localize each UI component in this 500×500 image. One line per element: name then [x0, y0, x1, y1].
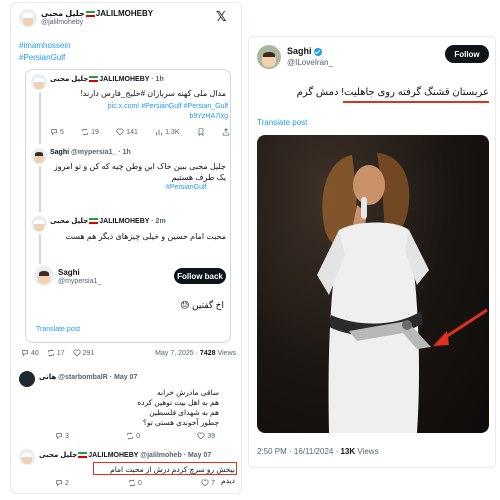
views-button[interactable]: 1.3K	[155, 128, 180, 136]
reply-author[interactable]: هانی @starbombalR · May 07	[39, 373, 137, 381]
avatar[interactable]	[34, 266, 54, 286]
tweet-author[interactable]: Saghi @mypersia1_ · 1h	[50, 149, 131, 156]
thread-connector	[39, 234, 41, 264]
quoted-thread[interactable]: جلیل محبی JALILMOHEBY · 1h مدال ملی کهنه …	[25, 69, 231, 343]
hashtag-imamhossein[interactable]: #imamhossein	[19, 41, 71, 50]
thread-connector	[39, 92, 41, 144]
author-name[interactable]: Saghi	[287, 46, 322, 56]
tweet-links[interactable]: pic.x.com/ #PersianGulf #Persian_Gulf b9…	[96, 102, 228, 122]
tweet-time: · 1h	[151, 76, 164, 83]
like-button[interactable]: 141	[116, 128, 138, 136]
tweet-text: اخ گفتین 😓	[180, 300, 224, 310]
tweet-author[interactable]: جلیل محبی JALILMOHEBY · 2m	[50, 217, 166, 225]
follow-button[interactable]: Follow	[445, 45, 489, 63]
tweet-text: مدال ملی کهنه سربازان #خلیج_فارس دارند!	[80, 89, 226, 98]
reply-icon	[51, 129, 57, 136]
main-tweet-stats: 40 17 291 May 7, 2025 · 7428 Views	[21, 349, 236, 357]
post-timestamp: 2:50 PM · 16/11/2024 · 13K Views	[257, 447, 379, 456]
author-name[interactable]: جلیل محبی JALILMOHEBY	[41, 9, 153, 18]
repost-icon	[127, 432, 133, 440]
reply-icon	[56, 433, 62, 440]
reply-button[interactable]: 2	[55, 479, 69, 487]
repost-icon	[82, 128, 88, 136]
reply-icon	[56, 480, 62, 487]
tweet-photo[interactable]	[257, 135, 489, 433]
tweet-text: عربستان قشنگ گرفته روی جاهلیت! دمش گرم	[296, 87, 489, 98]
translate-post-link[interactable]: Translate post	[257, 118, 307, 127]
left-tweet-panel: جلیل محبی JALILMOHEBY @jalilmoheby 𝕏 #ima…	[10, 2, 242, 494]
tweet-author[interactable]: جلیل محبی JALILMOHEBY · 1h	[50, 75, 164, 83]
like-button[interactable]: 39	[197, 432, 215, 440]
reply-button[interactable]: 5	[50, 128, 64, 136]
tweet-time: · 1h	[118, 149, 131, 156]
tweet-handle: @mypersia1_	[71, 149, 117, 156]
heart-icon	[116, 128, 124, 136]
repost-button[interactable]: 19	[81, 128, 99, 136]
heart-icon	[73, 349, 81, 357]
tweet-hashtag[interactable]: #PersianGulf	[166, 184, 206, 191]
tweet-text: جلیل محبی ببین خاک این وطن چیه که کن و ت…	[53, 162, 226, 182]
comparison-canvas: جلیل محبی JALILMOHEBY @jalilmoheby 𝕏 #ima…	[0, 0, 500, 500]
share-button[interactable]	[222, 128, 230, 136]
reply-stats: 3 0 39	[55, 432, 215, 440]
reply-button[interactable]: 40	[21, 349, 39, 357]
heart-icon	[201, 479, 209, 487]
follow-back-button[interactable]: Follow back	[174, 268, 226, 284]
reply-text: ساقی مادرش خرابه هم به اهل بیت توهین کرد…	[137, 388, 219, 427]
right-tweet-panel: Saghi @ILoveIran_ Follow عربستان قشنگ گر…	[248, 36, 496, 468]
share-icon	[222, 128, 230, 136]
avatar[interactable]	[31, 216, 47, 232]
reply-stats: 2 0 7	[55, 479, 215, 487]
post-date: May 7, 2025 · 7428 Views	[155, 349, 236, 357]
like-button[interactable]: 7	[201, 479, 215, 487]
avatar[interactable]	[257, 45, 281, 69]
like-button[interactable]: 291	[73, 349, 94, 357]
highlight-underline	[343, 101, 489, 103]
highlight-box	[93, 462, 237, 475]
chart-icon	[156, 129, 162, 136]
thread-connector	[39, 166, 41, 212]
x-logo-icon[interactable]: 𝕏	[216, 9, 226, 25]
avatar[interactable]	[19, 371, 35, 387]
hashtag-persiangulf[interactable]: #PersianGulf	[19, 53, 65, 62]
tweet-stats: 5 19 141 1.3K	[50, 128, 230, 136]
reply-author[interactable]: جلیل محبی JALILMOHEBY @jalilmoheb · May 0…	[39, 451, 211, 459]
avatar[interactable]	[19, 449, 35, 465]
repost-icon	[48, 349, 54, 357]
tweet-text: محبت امام حسین و خیلی چیزهای دیگر هم هست	[65, 232, 226, 241]
translate-post-link[interactable]: Translate post	[36, 326, 80, 333]
performer-illustration	[317, 153, 488, 433]
repost-icon	[129, 479, 135, 487]
bookmark-icon	[198, 128, 204, 136]
repost-button[interactable]: 0	[126, 432, 140, 440]
verified-badge-icon	[313, 47, 322, 56]
avatar[interactable]	[19, 9, 37, 27]
avatar[interactable]	[31, 74, 47, 90]
bookmark-button[interactable]	[197, 128, 205, 136]
heart-icon	[197, 432, 205, 440]
repost-button[interactable]: 17	[47, 349, 65, 357]
avatar[interactable]	[31, 148, 47, 164]
author-handle[interactable]: @jalilmoheby	[41, 19, 83, 26]
reply-button[interactable]: 3	[55, 432, 69, 440]
repost-button[interactable]: 0	[128, 479, 142, 487]
reply-icon	[22, 350, 28, 357]
tweet-time: · 2m	[151, 218, 166, 225]
tweet-author[interactable]: Saghi	[58, 268, 80, 277]
tweet-handle[interactable]: @mypersia1_	[58, 278, 101, 285]
author-handle[interactable]: @ILoveIran_	[287, 58, 333, 67]
